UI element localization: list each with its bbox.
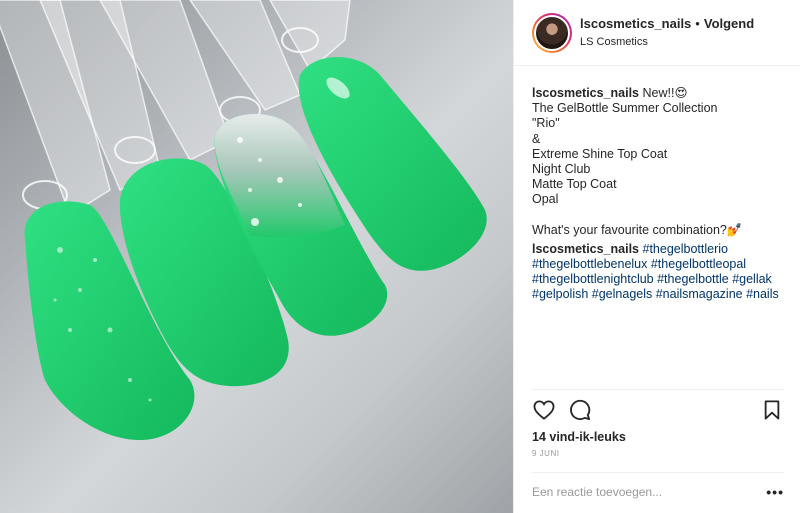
hashtag-comment: lscosmetics_nails #thegelbottlerio #theg… bbox=[532, 242, 784, 303]
caption-line: Night Club bbox=[532, 162, 591, 177]
add-comment-input[interactable] bbox=[532, 484, 767, 499]
caption-username[interactable]: lscosmetics_nails bbox=[532, 86, 639, 100]
more-options-icon[interactable]: ••• bbox=[766, 484, 784, 500]
caption-line: "Rio" bbox=[532, 116, 560, 131]
comment-username[interactable]: lscosmetics_nails bbox=[532, 242, 639, 256]
caption: lscosmetics_nails New!!😍 The GelBottle S… bbox=[532, 86, 784, 238]
hashtag-link[interactable]: #thegelbottlerio bbox=[643, 242, 728, 256]
post-photo[interactable] bbox=[0, 0, 513, 513]
post-actions bbox=[532, 398, 784, 422]
post-header: lscosmetics_nails • Volgend LS Cosmetics bbox=[514, 0, 800, 66]
likes-count[interactable]: 14 vind-ik-leuks bbox=[532, 430, 626, 444]
caption-line: The GelBottle Summer Collection bbox=[532, 101, 718, 116]
post-side-panel: lscosmetics_nails • Volgend LS Cosmetics… bbox=[513, 0, 800, 513]
caption-line: New!!😍 bbox=[642, 86, 688, 100]
post-date: 9 JUNI bbox=[532, 449, 560, 458]
hashtag-link[interactable]: #thegelbottlenightclub bbox=[532, 272, 654, 286]
hashtag-link[interactable]: #thegelbottlebenelux bbox=[532, 257, 647, 271]
instagram-post: lscosmetics_nails • Volgend LS Cosmetics… bbox=[0, 0, 800, 513]
caption-line: What's your favourite combination?💅 bbox=[532, 222, 743, 237]
location-link[interactable]: LS Cosmetics bbox=[580, 34, 754, 50]
hashtag-link[interactable]: #nails bbox=[746, 287, 779, 301]
hashtag-link[interactable]: #gelpolish bbox=[532, 287, 588, 301]
follow-button[interactable]: Volgend bbox=[704, 16, 754, 32]
header-username[interactable]: lscosmetics_nails bbox=[580, 16, 691, 32]
caption-line: Matte Top Coat bbox=[532, 177, 617, 192]
actions-divider bbox=[532, 389, 784, 390]
comment-bubble-icon[interactable] bbox=[568, 398, 592, 422]
hashtag-link[interactable]: #gellak bbox=[732, 272, 772, 286]
header-separator: • bbox=[695, 15, 700, 31]
avatar[interactable] bbox=[532, 12, 572, 53]
hashtag-link[interactable]: #thegelbottleopal bbox=[651, 257, 746, 271]
caption-line: Opal bbox=[532, 192, 559, 207]
hashtag-link[interactable]: #nailsmagazine bbox=[656, 287, 743, 301]
caption-line: Extreme Shine Top Coat bbox=[532, 146, 668, 161]
add-comment-bar: ••• bbox=[532, 472, 784, 510]
hashtag-link[interactable]: #gelnagels bbox=[592, 287, 652, 301]
comments-area: lscosmetics_nails New!!😍 The GelBottle S… bbox=[514, 66, 800, 513]
bookmark-icon[interactable] bbox=[760, 398, 784, 422]
hashtag-link[interactable]: #thegelbottle bbox=[657, 272, 729, 286]
heart-icon[interactable] bbox=[532, 398, 556, 422]
nail-swatches-photo bbox=[0, 0, 487, 440]
caption-line: & bbox=[532, 131, 541, 146]
